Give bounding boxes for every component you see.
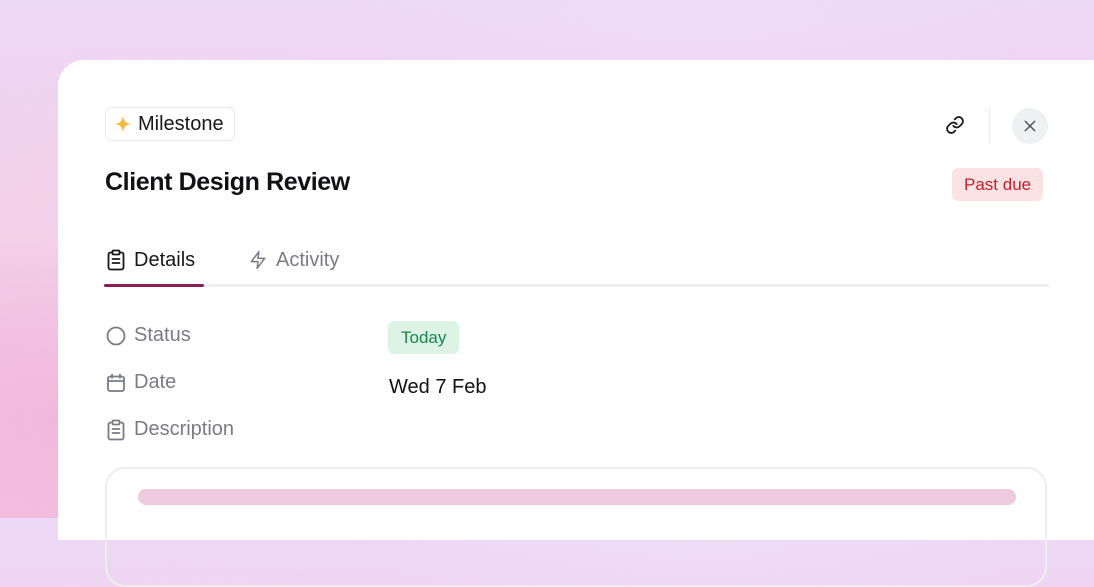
- clipboard-icon: [106, 419, 126, 441]
- page-title: Client Design Review: [105, 168, 350, 196]
- tab-underline: [104, 284, 1049, 287]
- close-icon: [1022, 118, 1038, 134]
- status-label-text: Status: [134, 324, 191, 346]
- description-placeholder-bar: [138, 489, 1016, 505]
- milestone-badge-label: Milestone: [138, 112, 224, 135]
- header-divider: [989, 108, 990, 142]
- tab-details[interactable]: Details: [106, 236, 195, 284]
- active-tab-indicator: [104, 284, 204, 287]
- clipboard-icon: [106, 249, 126, 271]
- status-value-badge[interactable]: Today: [388, 321, 460, 354]
- tab-details-label: Details: [134, 248, 196, 271]
- calendar-icon: [106, 373, 126, 393]
- date-value[interactable]: Wed 7 Feb: [389, 376, 486, 399]
- tab-bar: Details Activity: [104, 236, 1049, 288]
- date-label-text: Date: [134, 371, 177, 393]
- link-icon: [945, 115, 965, 135]
- milestone-panel: Milestone Client Design Review Past due: [58, 60, 1094, 587]
- status-label: Status: [106, 324, 191, 347]
- description-editor[interactable]: [105, 467, 1047, 587]
- status-badge: Past due: [952, 168, 1044, 201]
- milestone-badge: Milestone: [105, 107, 235, 141]
- tab-activity-label: Activity: [276, 248, 340, 271]
- sparkle-icon: [114, 115, 132, 133]
- lightning-icon: [248, 249, 268, 271]
- date-label: Date: [106, 371, 176, 394]
- close-button[interactable]: [1012, 108, 1048, 144]
- circle-icon: [106, 326, 126, 346]
- tab-activity[interactable]: Activity: [248, 236, 339, 284]
- description-label-text: Description: [134, 418, 235, 440]
- copy-link-button[interactable]: [940, 110, 970, 140]
- description-label: Description: [106, 418, 234, 441]
